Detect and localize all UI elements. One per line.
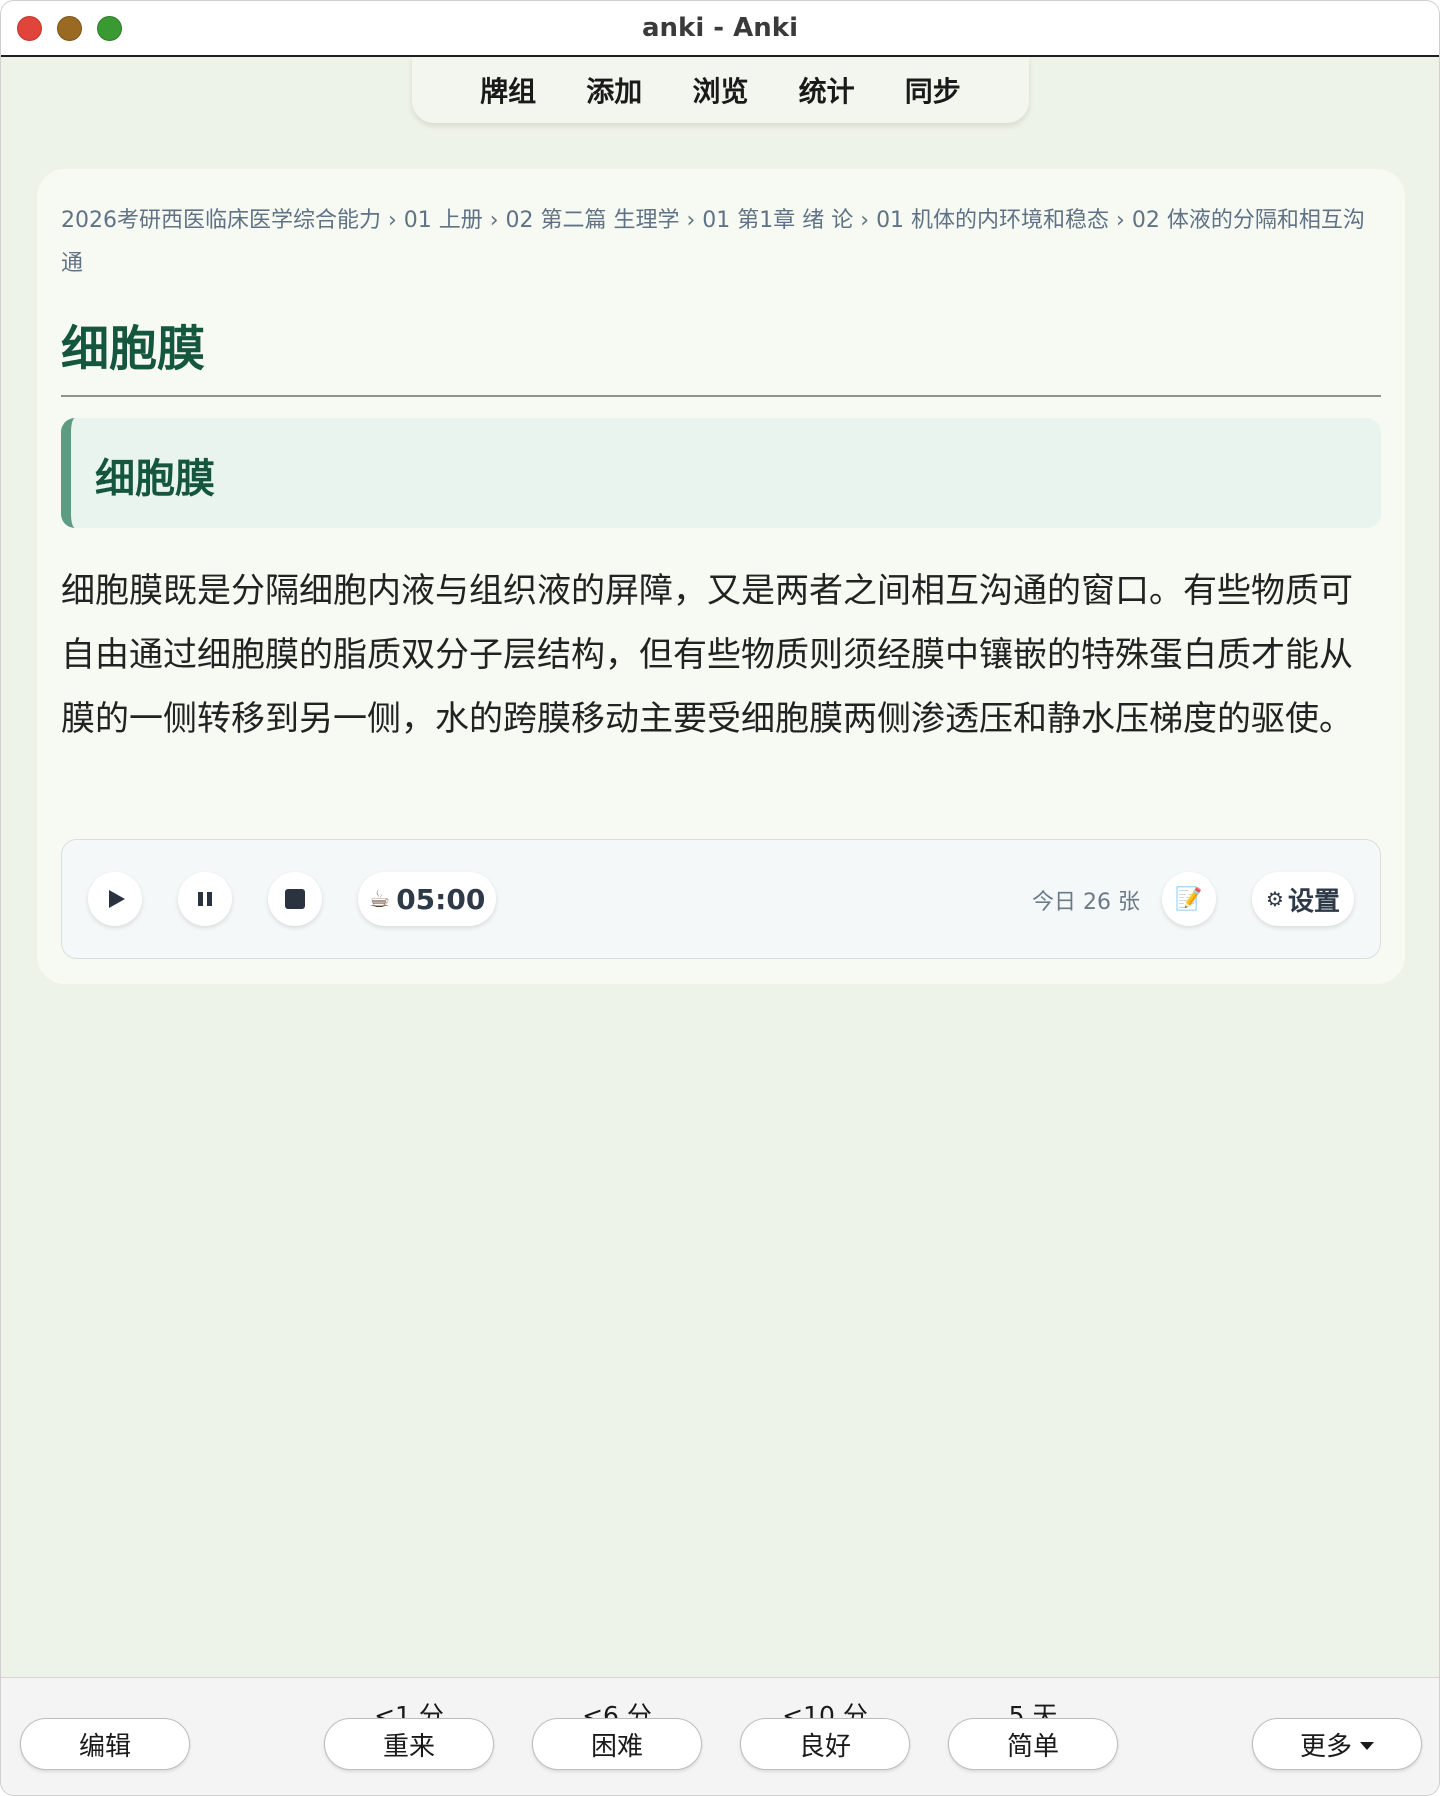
nav-stats[interactable]: 统计 <box>799 70 855 110</box>
gear-icon: ⚙ <box>1266 887 1284 911</box>
nav-add[interactable]: 添加 <box>586 70 642 110</box>
pause-icon <box>198 892 212 906</box>
breadcrumb: 2026考研西医临床医学综合能力 › 01 上册 › 02 第二篇 生理学 › … <box>61 208 1365 276</box>
today-count: 今日 26 张 <box>1032 890 1140 915</box>
settings-button[interactable]: ⚙ 设置 <box>1252 872 1354 926</box>
note-button[interactable]: 📝 <box>1162 872 1216 926</box>
app-window: anki - Anki 牌组 添加 浏览 统计 同步 2026考研西医临床医学综… <box>0 0 1440 1796</box>
hard-button[interactable]: 困难 <box>532 1718 702 1770</box>
pause-button[interactable] <box>178 872 232 926</box>
easy-button[interactable]: 简单 <box>948 1718 1118 1770</box>
title-divider <box>61 395 1381 397</box>
nav-browse[interactable]: 浏览 <box>692 70 748 110</box>
settings-label: 设置 <box>1287 886 1340 917</box>
card-body-text: 细胞膜既是分隔细胞内液与组织液的屏障，又是两者之间相互沟通的窗口。有些物质可自由… <box>61 571 1353 739</box>
section-title: 细胞膜 <box>95 456 215 502</box>
timer-toolbar: ☕ 05:00 今日 26 张 📝 ⚙ 设置 <box>61 839 1381 959</box>
easy-label: 简单 <box>1006 1731 1059 1762</box>
good-label: 良好 <box>798 1731 851 1762</box>
edit-button[interactable]: 编辑 <box>20 1718 190 1770</box>
nav-decks[interactable]: 牌组 <box>480 70 536 110</box>
nav-sync[interactable]: 同步 <box>905 70 961 110</box>
stop-button[interactable] <box>268 872 322 926</box>
card-title: 细胞膜 <box>61 321 206 377</box>
play-icon <box>109 890 125 908</box>
timer-display[interactable]: ☕ 05:00 <box>358 872 496 926</box>
title-bar: anki - Anki <box>1 1 1439 57</box>
again-button[interactable]: 重来 <box>324 1718 494 1770</box>
more-label: 更多 <box>1299 1731 1352 1762</box>
stop-icon <box>285 889 305 909</box>
again-label: 重来 <box>382 1731 435 1762</box>
play-button[interactable] <box>88 872 142 926</box>
hard-label: 困难 <box>590 1731 643 1762</box>
coffee-icon: ☕ <box>368 885 391 913</box>
answer-bar: 编辑 <1 分 重来 <6 分 困难 <10 分 良好 5 天 简单 更多 <box>1 1677 1439 1795</box>
good-button[interactable]: 良好 <box>740 1718 910 1770</box>
top-nav: 牌组 添加 浏览 统计 同步 <box>412 57 1029 123</box>
edit-label: 编辑 <box>78 1731 131 1762</box>
window-title: anki - Anki <box>642 13 798 43</box>
chevron-down-icon <box>1360 1741 1374 1750</box>
section-header-box: 细胞膜 <box>61 418 1381 528</box>
timer-value: 05:00 <box>396 882 486 916</box>
more-button[interactable]: 更多 <box>1252 1718 1422 1770</box>
note-icon: 📝 <box>1175 886 1203 912</box>
review-card: 2026考研西医临床医学综合能力 › 01 上册 › 02 第二篇 生理学 › … <box>37 169 1405 984</box>
